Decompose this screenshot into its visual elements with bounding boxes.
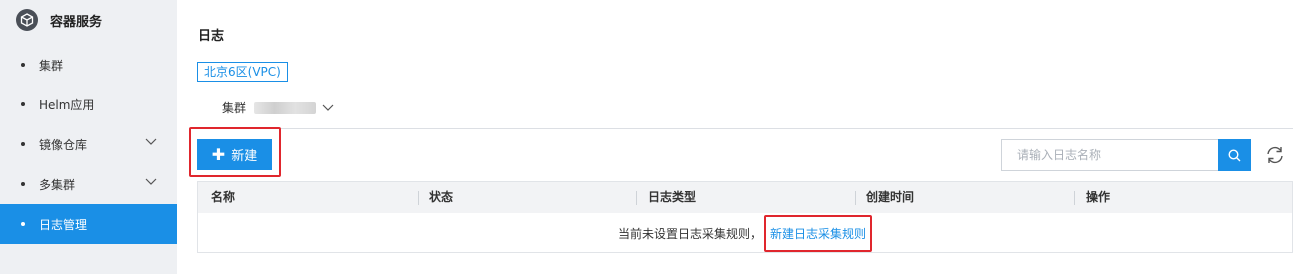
table-header: 名称 状态 日志类型 创建时间 操作	[198, 182, 1292, 213]
cluster-value-redacted	[254, 101, 317, 114]
empty-text: 当前未设置日志采集规则，	[617, 227, 762, 241]
chevron-down-icon	[322, 104, 334, 111]
empty-state: 当前未设置日志采集规则， 新建日志采集规则	[198, 213, 1292, 254]
sidebar-item-log-management[interactable]: 日志管理	[0, 204, 177, 244]
refresh-icon[interactable]	[1264, 144, 1286, 166]
column-divider	[855, 191, 856, 205]
plus-icon: ✚	[211, 144, 226, 164]
create-log-rule-link[interactable]: 新建日志采集规则	[764, 215, 873, 252]
column-header-created-time: 创建时间	[866, 190, 915, 204]
sidebar-title: 容器服务	[50, 14, 103, 30]
new-button[interactable]: ✚ 新建	[197, 139, 272, 170]
search-button[interactable]	[1218, 139, 1251, 171]
search-input[interactable]	[1001, 139, 1218, 171]
sidebar-item-label: 日志管理	[39, 217, 88, 232]
main-content: 日志 北京6区(VPC) 集群 ✚ 新建 名称 状态 日志类型	[177, 0, 1300, 274]
bullet-icon	[21, 142, 25, 146]
bullet-icon	[21, 182, 25, 186]
sidebar-item-label: 集群	[39, 58, 64, 73]
cluster-label: 集群	[222, 101, 247, 115]
chevron-down-icon	[145, 178, 157, 185]
log-table: 名称 状态 日志类型 创建时间 操作 当前未设置日志采集规则， 新建日志采集规则	[197, 181, 1293, 253]
sidebar-item-helm[interactable]: Helm应用	[0, 84, 177, 124]
sidebar: 容器服务 集群 Helm应用 镜像仓库 多集群 日志管理	[0, 0, 177, 274]
column-header-status: 状态	[429, 190, 454, 204]
column-divider	[418, 191, 419, 205]
region-tag[interactable]: 北京6区(VPC)	[197, 62, 288, 82]
column-divider	[636, 191, 637, 205]
new-button-label: 新建	[231, 149, 258, 164]
chevron-down-icon	[145, 138, 157, 145]
column-header-log-type: 日志类型	[648, 190, 697, 204]
cube-icon	[16, 9, 38, 31]
sidebar-item-label: Helm应用	[39, 97, 95, 112]
column-header-name: 名称	[211, 190, 236, 204]
sidebar-item-label: 多集群	[39, 177, 76, 192]
sidebar-item-multi-cluster[interactable]: 多集群	[0, 164, 177, 204]
sidebar-header: 容器服务	[0, 0, 177, 40]
search-icon	[1228, 148, 1241, 161]
column-divider	[1074, 191, 1075, 205]
cluster-selector[interactable]: 集群	[222, 99, 334, 116]
sidebar-item-image-registry[interactable]: 镜像仓库	[0, 124, 177, 164]
divider	[197, 128, 1293, 129]
bullet-icon	[21, 63, 25, 67]
sidebar-item-cluster[interactable]: 集群	[0, 45, 177, 85]
bullet-icon	[21, 102, 25, 106]
bullet-icon	[21, 222, 25, 226]
sidebar-item-label: 镜像仓库	[39, 137, 88, 152]
column-header-actions: 操作	[1086, 190, 1111, 204]
page-title: 日志	[198, 29, 225, 44]
